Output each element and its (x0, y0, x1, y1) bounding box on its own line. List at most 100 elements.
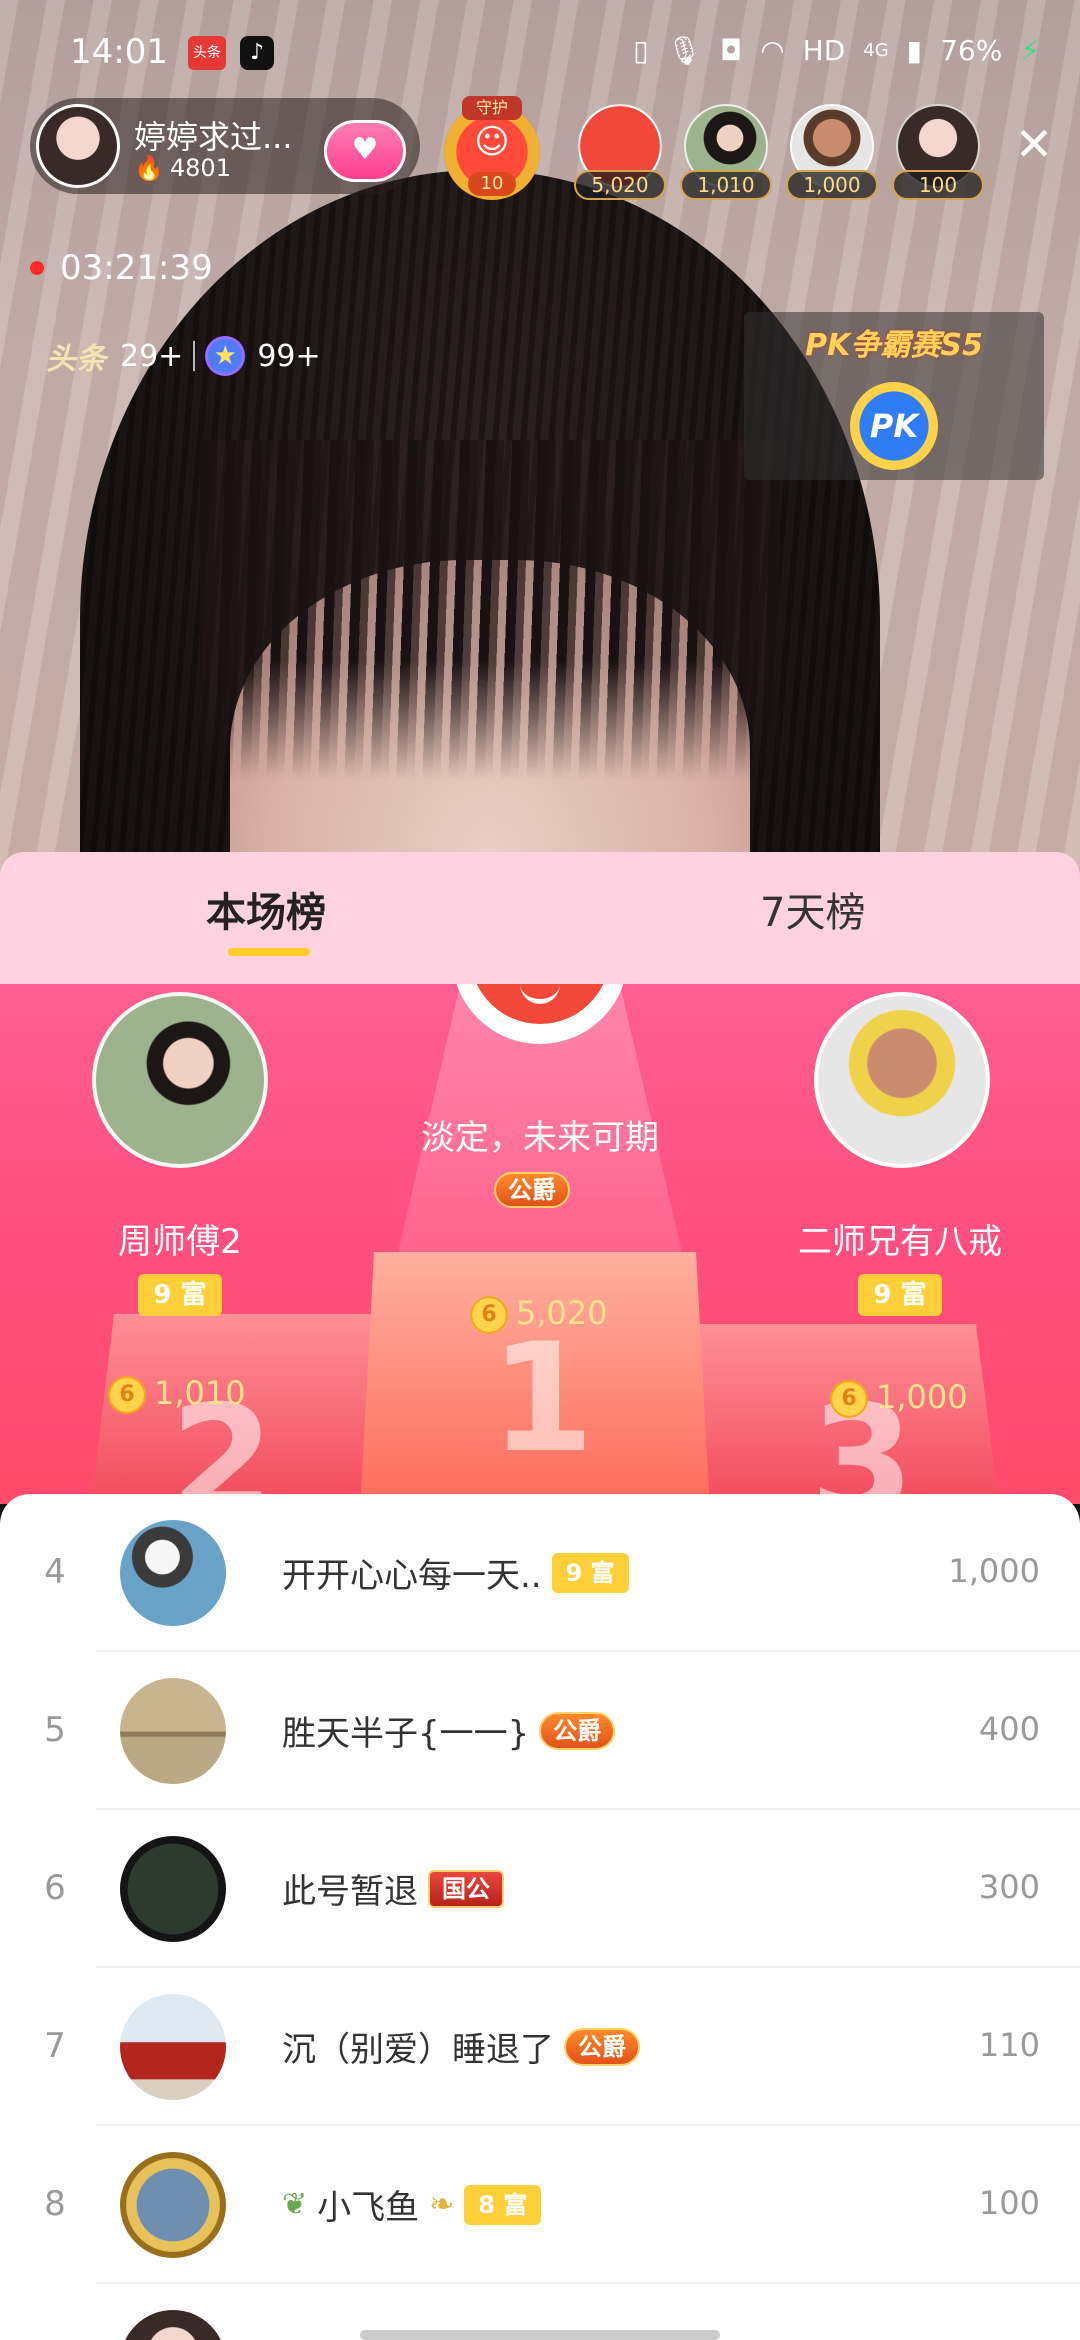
list-item[interactable]: 4 开开心心每一天.. 9 富 1,000 (0, 1494, 1080, 1652)
user-score: 1,000 (948, 1552, 1040, 1590)
guogong-badge: 国公 (428, 1869, 504, 1908)
user-name: 此号暂退 (282, 1872, 418, 1912)
user-name: 开开心心每一天.. (282, 1556, 542, 1596)
user-score: 100 (978, 2184, 1040, 2222)
toutiao-count[interactable]: 29+ (120, 339, 183, 374)
wifi-icon: ◠ (760, 34, 785, 67)
follow-heart-button[interactable]: ♥ (324, 120, 406, 182)
user-name: 小飞鱼 (317, 2188, 420, 2228)
avatar[interactable] (120, 1520, 226, 1626)
list-user: 此号暂退 国公 (282, 1864, 504, 1913)
tab-current-show[interactable]: 本场榜 (206, 880, 326, 938)
top2-score-value: 1,010 (154, 1374, 246, 1412)
rank-number: 4 (44, 1552, 66, 1592)
signal-icon: ▮ (906, 34, 923, 67)
stat-divider (193, 341, 196, 371)
rich-badge: 8 富 (464, 2184, 542, 2225)
rank-number: 5 (44, 1710, 66, 1750)
stats-row: 头条 29+ ★ 99+ (46, 334, 321, 378)
star-count[interactable]: 99+ (257, 339, 320, 374)
list-user: 沉（别爱）睡退了 公爵 (282, 2022, 640, 2071)
guard-count: 10 (468, 172, 516, 196)
mic-icon: 🎙 (666, 34, 703, 67)
viewer-score: 5,020 (574, 170, 666, 200)
tab-underline (228, 948, 310, 956)
guard-face-icon: ☺ (474, 122, 510, 162)
viewer-2[interactable]: 1,010 (680, 104, 772, 200)
duke-badge: 公爵 (564, 2027, 640, 2066)
viewer-score: 100 (892, 170, 984, 200)
viewer-3[interactable]: 1,000 (786, 104, 878, 200)
podium: 2 3 1 淡定，未来可期 公爵 周师傅2 9 富 二师兄有八戒 9 富 6 5,… (0, 984, 1080, 1504)
status-bar: 14:01 头条 ♪ ▯ 🎙 ◘ ◠ HD 4G ▮ 76% ⚡ (0, 0, 1080, 100)
avatar[interactable] (120, 1994, 226, 2100)
leaf-icon: ❦ (282, 2187, 308, 2222)
host-avatar[interactable] (36, 104, 120, 188)
list-item[interactable]: 5 胜天半子{一一} 公爵 400 (0, 1652, 1080, 1810)
tab-7-days[interactable]: 7天榜 (760, 880, 865, 938)
guard-badge[interactable]: ☺ 守护 10 (438, 96, 546, 200)
hd-label: HD (802, 34, 846, 67)
top1-score: 6 5,020 (470, 1294, 608, 1334)
status-icons: ▯ 🎙 ◘ ◠ HD 4G ▮ 76% ⚡ (633, 34, 1040, 67)
host-heat: 🔥 4801 (134, 154, 231, 182)
star-icon: ★ (205, 336, 246, 376)
top3-name[interactable]: 二师兄有八戒 (790, 1214, 1010, 1263)
top3-score: 6 1,000 (830, 1378, 968, 1418)
avatar[interactable] (120, 2152, 226, 2258)
user-score: 400 (978, 1710, 1040, 1748)
pk-icon[interactable]: PK (850, 382, 938, 470)
home-indicator[interactable] (360, 2330, 720, 2340)
list-item[interactable]: 8 ❦ 小飞鱼 ❧ 8 富 100 (0, 2126, 1080, 2284)
video-bangs (200, 440, 780, 780)
top2-name[interactable]: 周师傅2 (80, 1214, 280, 1263)
user-name: 沉（别爱）睡退了 (282, 2030, 554, 2070)
vibrate-icon: ▯ (633, 34, 649, 67)
top2-avatar[interactable] (92, 992, 268, 1168)
list-user: 胜天半子{一一} 公爵 (282, 1706, 616, 1755)
status-time: 14:01 (70, 32, 168, 72)
flame-icon: 🔥 (134, 154, 164, 182)
toutiao-app-icon: 头条 (188, 36, 226, 70)
viewer-1[interactable]: 5,020 (574, 104, 666, 200)
viewer-score: 1,000 (786, 170, 878, 200)
coin-icon: 6 (108, 1376, 146, 1414)
user-name: 胜天半子{一一} (282, 1714, 530, 1754)
host-heat-value: 4801 (169, 154, 231, 182)
list-item[interactable]: 7 沉（别爱）睡退了 公爵 110 (0, 1968, 1080, 2126)
avatar[interactable] (120, 1836, 226, 1942)
charging-icon: ⚡ (1020, 34, 1040, 67)
avatar[interactable] (120, 2310, 226, 2340)
top3-avatar[interactable] (814, 992, 990, 1168)
top2-badge: 9 富 (138, 1274, 222, 1316)
list-item[interactable]: 6 此号暂退 国公 300 (0, 1810, 1080, 1968)
coin-icon: 6 (830, 1380, 868, 1418)
pk-panel[interactable]: PK争霸赛S5 PK (744, 312, 1044, 480)
viewer-4[interactable]: 100 (892, 104, 984, 200)
list-user: 开开心心每一天.. 9 富 (282, 1548, 629, 1597)
host-name: 婷婷求过... (134, 118, 293, 156)
toutiao-label: 头条 (46, 342, 106, 377)
rich-badge: 9 富 (551, 1552, 629, 1593)
top1-score-value: 5,020 (516, 1294, 608, 1332)
close-icon[interactable]: ✕ (1010, 120, 1058, 168)
live-timer-value: 03:21:39 (60, 248, 213, 288)
podium-block-1: 1 (360, 1252, 710, 1504)
pk-title: PK争霸赛S5 (805, 328, 983, 363)
top1-name[interactable]: 淡定，未来可期 (380, 1110, 700, 1159)
user-score: 110 (978, 2026, 1040, 2064)
rank-number: 7 (44, 2026, 66, 2066)
coin-icon: 6 (470, 1296, 508, 1334)
network-label: 4G (863, 40, 889, 61)
heart-icon: ♥ (351, 132, 379, 167)
list-user: ❦ 小飞鱼 ❧ 8 富 (282, 2180, 542, 2229)
live-dot-icon (30, 261, 44, 275)
wheat-icon: ❧ (429, 2187, 455, 2222)
rank-number: 8 (44, 2184, 66, 2224)
top1-badge: 公爵 (494, 1172, 570, 1208)
leaderboard-tabs: 本场榜 7天榜 (0, 852, 1080, 984)
avatar[interactable] (120, 1678, 226, 1784)
podium-number-1: 1 (490, 1312, 595, 1486)
rank-list: 4 开开心心每一天.. 9 富 1,000 5 胜天半子{一一} 公爵 400 6 … (0, 1494, 1080, 2340)
top3-score-value: 1,000 (876, 1378, 968, 1416)
